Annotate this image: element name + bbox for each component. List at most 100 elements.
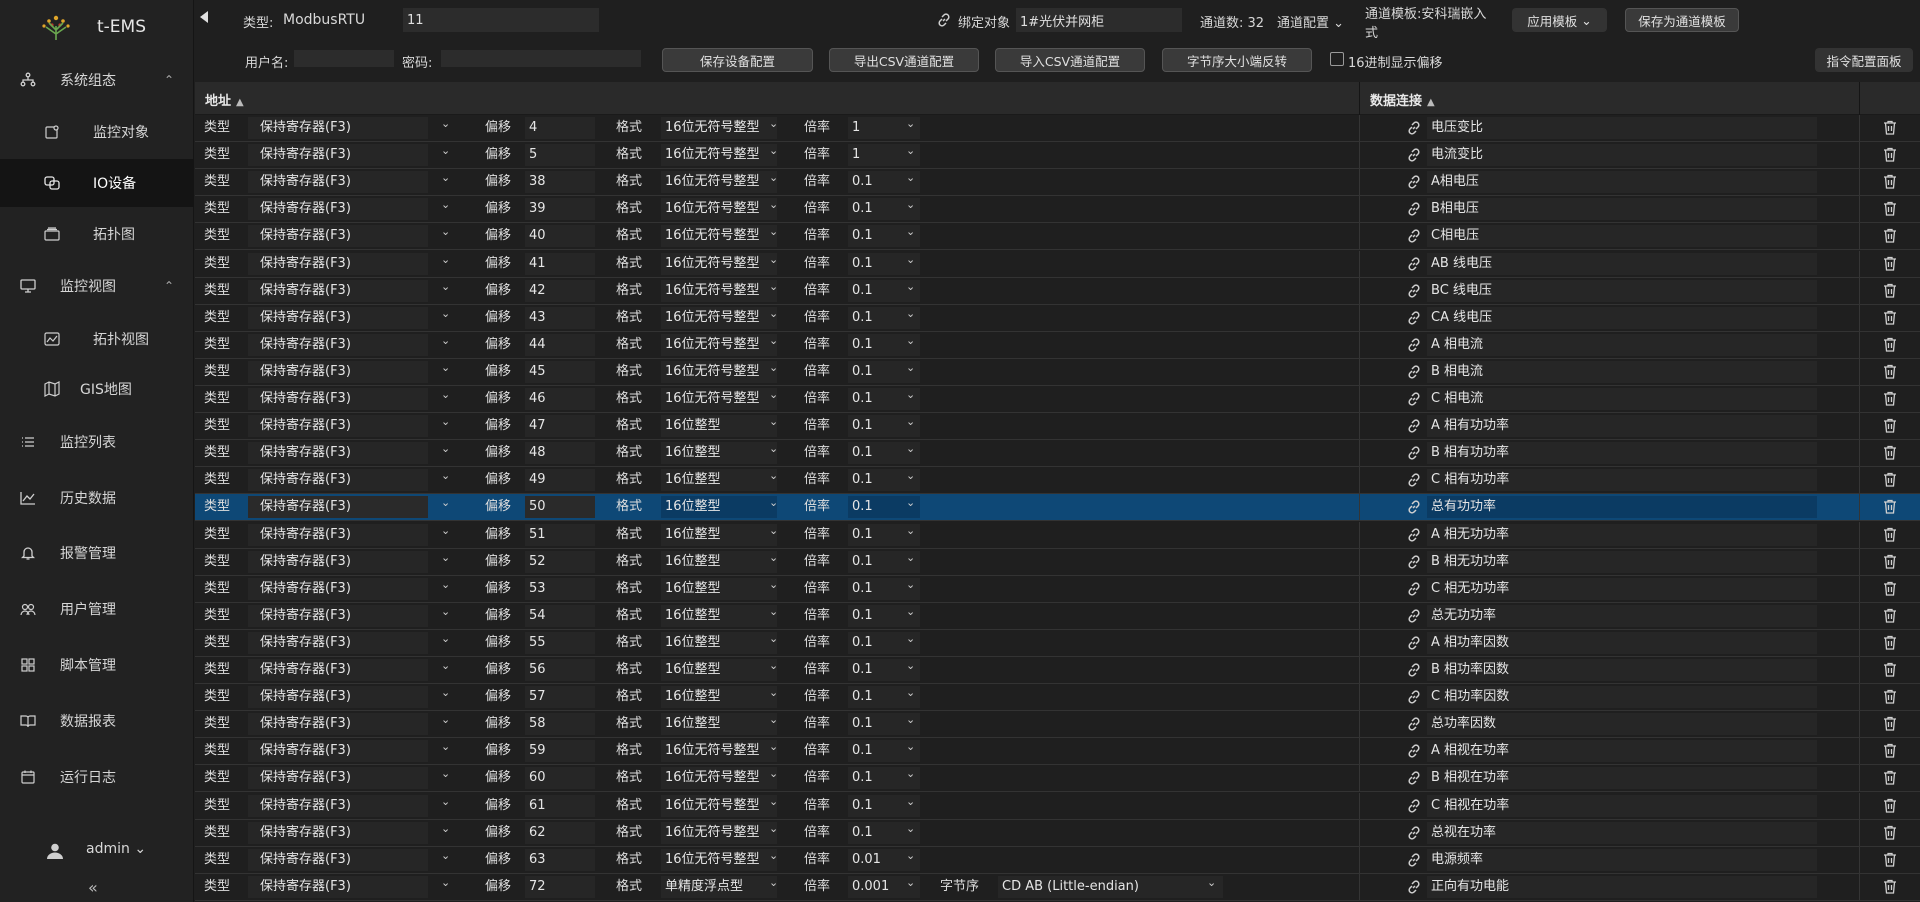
trash-icon[interactable] — [1883, 201, 1897, 220]
link-icon[interactable] — [1406, 174, 1422, 194]
data-format-select[interactable]: 16位无符号整型 — [661, 171, 777, 194]
link-icon[interactable] — [1406, 879, 1422, 899]
data-format-select[interactable]: 16位整型 — [661, 713, 777, 736]
trash-icon[interactable] — [1883, 228, 1897, 247]
offset-input[interactable]: 56 — [525, 659, 595, 681]
offset-input[interactable]: 63 — [525, 848, 595, 871]
table-row[interactable]: 类型 保持寄存器(F3) ⌄ 偏移 48 格式 16位整型 ⌄ 倍率 0.1 ⌄ B 相有功功率 — [195, 440, 1920, 468]
offset-input[interactable]: 57 — [525, 686, 595, 709]
table-row[interactable]: 类型 保持寄存器(F3) ⌄ 偏移 47 格式 16位整型 ⌄ 倍率 0.1 ⌄ A 相有功功率 — [195, 413, 1920, 441]
offset-input[interactable]: 48 — [525, 442, 595, 465]
data-link-field[interactable]: C 相功率因数 — [1427, 686, 1817, 709]
data-format-select[interactable]: 16位整型 — [661, 415, 777, 438]
table-row[interactable]: 类型 保持寄存器(F3) ⌄ 偏移 51 格式 16位整型 ⌄ 倍率 0.1 ⌄ A 相无功功率 — [195, 521, 1920, 549]
password-input[interactable] — [441, 50, 641, 67]
link-icon[interactable] — [1406, 743, 1422, 763]
link-icon[interactable] — [1406, 662, 1422, 682]
collapse-sidebar-icon[interactable]: « — [88, 878, 98, 897]
trash-icon[interactable] — [1883, 283, 1897, 302]
data-link-field[interactable]: C 相电流 — [1427, 388, 1817, 410]
register-type-select[interactable]: 保持寄存器(F3) — [248, 713, 428, 736]
register-type-select[interactable]: 保持寄存器(F3) — [248, 415, 428, 438]
trash-icon[interactable] — [1883, 608, 1897, 627]
trash-icon[interactable] — [1883, 445, 1897, 464]
table-row[interactable]: 类型 保持寄存器(F3) ⌄ 偏移 72 格式 单精度浮点型 ⌄ 倍率 0.001 ⌄ 字节序 CD A… — [195, 873, 1920, 901]
register-type-select[interactable]: 保持寄存器(F3) — [248, 686, 428, 709]
link-icon[interactable] — [1406, 472, 1422, 492]
sidebar-item-reports[interactable]: 数据报表 — [0, 697, 194, 745]
trash-icon[interactable] — [1883, 527, 1897, 546]
offset-input[interactable]: 42 — [525, 279, 595, 302]
link-icon[interactable] — [1406, 716, 1422, 736]
device-id-input[interactable] — [403, 8, 599, 32]
offset-input[interactable]: 46 — [525, 388, 595, 410]
trash-icon[interactable] — [1883, 743, 1897, 762]
data-link-field[interactable]: A 相无功功率 — [1427, 523, 1817, 546]
link-icon[interactable] — [1406, 554, 1422, 574]
trash-icon[interactable] — [1883, 852, 1897, 871]
link-icon[interactable] — [1406, 527, 1422, 547]
offset-input[interactable]: 61 — [525, 794, 595, 817]
link-icon[interactable] — [1406, 256, 1422, 276]
link-icon[interactable] — [1406, 499, 1422, 519]
channel-config-dropdown[interactable]: 通道配置 ⌄ — [1277, 12, 1344, 31]
link-icon[interactable] — [1406, 581, 1422, 601]
column-header-address[interactable]: 地址 ▲︎ — [205, 90, 244, 109]
link-icon[interactable] — [1406, 635, 1422, 655]
trash-icon[interactable] — [1883, 879, 1897, 898]
register-type-select[interactable]: 保持寄存器(F3) — [248, 496, 428, 519]
data-link-field[interactable]: A 相视在功率 — [1427, 740, 1817, 763]
offset-input[interactable]: 43 — [525, 306, 595, 329]
register-type-select[interactable]: 保持寄存器(F3) — [248, 821, 428, 844]
trash-icon[interactable] — [1883, 120, 1897, 139]
offset-input[interactable]: 58 — [525, 713, 595, 736]
link-icon[interactable] — [1406, 283, 1422, 303]
data-format-select[interactable]: 16位无符号整型 — [661, 306, 777, 329]
table-row[interactable]: 类型 保持寄存器(F3) ⌄ 偏移 59 格式 16位无符号整型 ⌄ 倍率 0.1 ⌄ A 相视在功率 — [195, 738, 1920, 766]
data-format-select[interactable]: 16位整型 — [661, 686, 777, 709]
register-type-select[interactable]: 保持寄存器(F3) — [248, 117, 428, 139]
data-link-field[interactable]: B相电压 — [1427, 198, 1817, 221]
data-format-select[interactable]: 16位整型 — [661, 469, 777, 492]
data-link-field[interactable]: B 相功率因数 — [1427, 659, 1817, 681]
register-type-select[interactable]: 保持寄存器(F3) — [248, 225, 428, 248]
back-arrow-icon[interactable] — [199, 10, 209, 28]
data-link-field[interactable]: AB 线电压 — [1427, 252, 1817, 275]
column-header-data-link[interactable]: 数据连接 ▲︎ — [1370, 90, 1435, 109]
register-type-select[interactable]: 保持寄存器(F3) — [248, 523, 428, 546]
table-row[interactable]: 类型 保持寄存器(F3) ⌄ 偏移 61 格式 16位无符号整型 ⌄ 倍率 0.1 ⌄ C 相视在功率 — [195, 792, 1920, 820]
offset-input[interactable]: 60 — [525, 767, 595, 790]
table-row[interactable]: 类型 保持寄存器(F3) ⌄ 偏移 53 格式 16位整型 ⌄ 倍率 0.1 ⌄ C 相无功功率 — [195, 575, 1920, 603]
byte-order-swap-button[interactable]: 字节序大小端反转 — [1162, 48, 1312, 72]
data-format-select[interactable]: 16位无符号整型 — [661, 848, 777, 871]
apply-template-dropdown[interactable]: 应用模板 ⌄ — [1512, 8, 1607, 32]
register-type-select[interactable]: 保持寄存器(F3) — [248, 848, 428, 871]
register-type-select[interactable]: 保持寄存器(F3) — [248, 550, 428, 573]
table-row[interactable]: 类型 保持寄存器(F3) ⌄ 偏移 46 格式 16位无符号整型 ⌄ 倍率 0.1 ⌄ C 相电流 — [195, 386, 1920, 413]
register-type-select[interactable]: 保持寄存器(F3) — [248, 604, 428, 627]
data-link-field[interactable]: C 相无功功率 — [1427, 577, 1817, 600]
trash-icon[interactable] — [1883, 770, 1897, 789]
sidebar-item-gis-map[interactable]: GIS地图 — [0, 365, 194, 413]
sidebar-item-io-device[interactable]: IO设备 — [0, 159, 194, 207]
table-row[interactable]: 类型 保持寄存器(F3) ⌄ 偏移 50 格式 16位整型 ⌄ 倍率 0.1 ⌄ 总有功功率 — [195, 494, 1920, 522]
import-csv-button[interactable]: 导入CSV通道配置 — [995, 48, 1145, 72]
link-icon[interactable] — [1406, 418, 1422, 438]
link-icon[interactable] — [1406, 147, 1422, 167]
save-device-config-button[interactable]: 保存设备配置 — [662, 48, 813, 72]
offset-input[interactable]: 41 — [525, 252, 595, 275]
data-format-select[interactable]: 16位无符号整型 — [661, 279, 777, 302]
table-row[interactable]: 类型 保持寄存器(F3) ⌄ 偏移 62 格式 16位无符号整型 ⌄ 倍率 0.1 ⌄ 总视在功率 — [195, 819, 1920, 847]
link-icon[interactable] — [1406, 689, 1422, 709]
data-link-field[interactable]: 总视在功率 — [1427, 821, 1817, 844]
trash-icon[interactable] — [1883, 147, 1897, 166]
table-row[interactable]: 类型 保持寄存器(F3) ⌄ 偏移 60 格式 16位无符号整型 ⌄ 倍率 0.1 ⌄ B 相视在功率 — [195, 765, 1920, 793]
data-link-field[interactable]: CA 线电压 — [1427, 306, 1817, 329]
register-type-select[interactable]: 保持寄存器(F3) — [248, 171, 428, 194]
link-icon[interactable] — [1406, 364, 1422, 384]
register-type-select[interactable]: 保持寄存器(F3) — [248, 631, 428, 654]
data-format-select[interactable]: 16位无符号整型 — [661, 360, 777, 383]
offset-input[interactable]: 52 — [525, 550, 595, 573]
table-row[interactable]: 类型 保持寄存器(F3) ⌄ 偏移 52 格式 16位整型 ⌄ 倍率 0.1 ⌄ B 相无功功率 — [195, 548, 1920, 576]
register-type-select[interactable]: 保持寄存器(F3) — [248, 875, 428, 898]
